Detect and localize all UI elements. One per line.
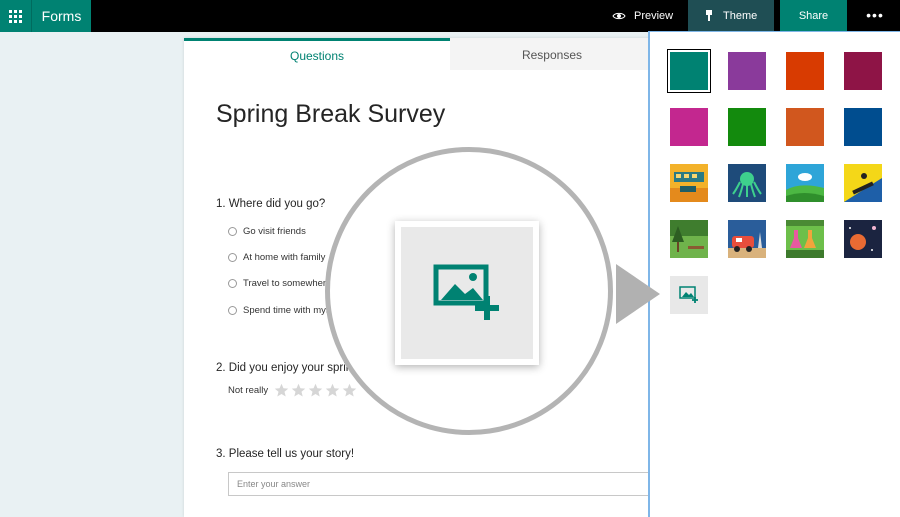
theme-swatch-color-5[interactable] xyxy=(670,108,708,146)
radio-button[interactable] xyxy=(228,306,237,315)
theme-swatch-color-4[interactable] xyxy=(844,52,882,90)
theme-swatch-color-2[interactable] xyxy=(728,52,766,90)
star-icon[interactable] xyxy=(325,383,340,398)
top-bar: Forms Preview Theme Share ••• xyxy=(0,0,900,32)
star-icon[interactable] xyxy=(274,383,289,398)
option-label: Spend time with mys xyxy=(243,305,331,316)
star-rating[interactable] xyxy=(274,383,357,398)
theme-octopus-icon[interactable] xyxy=(728,164,766,202)
rating-low-label: Not really xyxy=(228,385,269,396)
question-2-label[interactable]: 2. Did you enjoy your spring xyxy=(216,362,359,374)
app-name[interactable]: Forms xyxy=(32,0,91,32)
tab-responses[interactable]: Responses xyxy=(450,38,654,70)
paint-brush-icon xyxy=(706,10,712,21)
theme-swatch-color-7[interactable] xyxy=(786,108,824,146)
rating-row: Not really xyxy=(228,383,357,398)
option-label: At home with family xyxy=(243,252,326,263)
theme-lab-icon[interactable] xyxy=(786,220,824,258)
zoomed-tile-inner xyxy=(401,227,533,359)
theme-swatch-color-3[interactable] xyxy=(786,52,824,90)
option-label: Travel to somewhere xyxy=(243,278,332,289)
theme-meadow-icon[interactable] xyxy=(786,164,824,202)
theme-panel xyxy=(648,31,900,517)
option-item[interactable]: Travel to somewhere xyxy=(228,278,331,289)
question-3-label[interactable]: 3. Please tell us your story! xyxy=(216,448,354,460)
eye-icon xyxy=(612,12,626,20)
theme-camper-icon[interactable] xyxy=(728,220,766,258)
add-image-icon xyxy=(679,286,698,303)
radio-button[interactable] xyxy=(228,227,237,236)
star-icon[interactable] xyxy=(291,383,306,398)
preview-button[interactable]: Preview xyxy=(606,0,688,32)
question-1-label[interactable]: 1. Where did you go? xyxy=(216,198,325,210)
tab-questions[interactable]: Questions xyxy=(184,38,450,70)
more-options-button[interactable]: ••• xyxy=(860,0,890,32)
theme-swatch-color-8[interactable] xyxy=(844,108,882,146)
answer-input[interactable]: Enter your answer xyxy=(228,472,658,496)
share-button[interactable]: Share xyxy=(780,0,847,32)
upload-image-button[interactable] xyxy=(670,276,708,314)
theme-snowboard-icon[interactable] xyxy=(844,164,882,202)
radio-button[interactable] xyxy=(228,279,237,288)
option-item[interactable]: Go visit friends xyxy=(228,226,306,237)
add-image-icon xyxy=(433,264,499,320)
theme-picnic-icon[interactable] xyxy=(670,164,708,202)
app-launcher-button[interactable] xyxy=(0,0,32,32)
star-icon[interactable] xyxy=(342,383,357,398)
theme-swatch-color-6[interactable] xyxy=(728,108,766,146)
option-item[interactable]: At home with family xyxy=(228,252,325,263)
theme-label: Theme xyxy=(723,10,758,22)
theme-button[interactable]: Theme xyxy=(688,0,774,32)
form-title[interactable]: Spring Break Survey xyxy=(216,100,445,129)
theme-forest-icon[interactable] xyxy=(670,220,708,258)
theme-swatch-color-1[interactable] xyxy=(667,49,711,93)
callout-arrow xyxy=(616,264,660,324)
option-item[interactable]: Spend time with mys xyxy=(228,305,331,316)
zoomed-upload-image-button xyxy=(395,221,539,365)
star-icon[interactable] xyxy=(308,383,323,398)
waffle-icon xyxy=(9,9,22,23)
theme-space-icon[interactable] xyxy=(844,220,882,258)
option-label: Go visit friends xyxy=(243,226,306,237)
radio-button[interactable] xyxy=(228,253,237,262)
preview-label: Preview xyxy=(634,10,674,22)
